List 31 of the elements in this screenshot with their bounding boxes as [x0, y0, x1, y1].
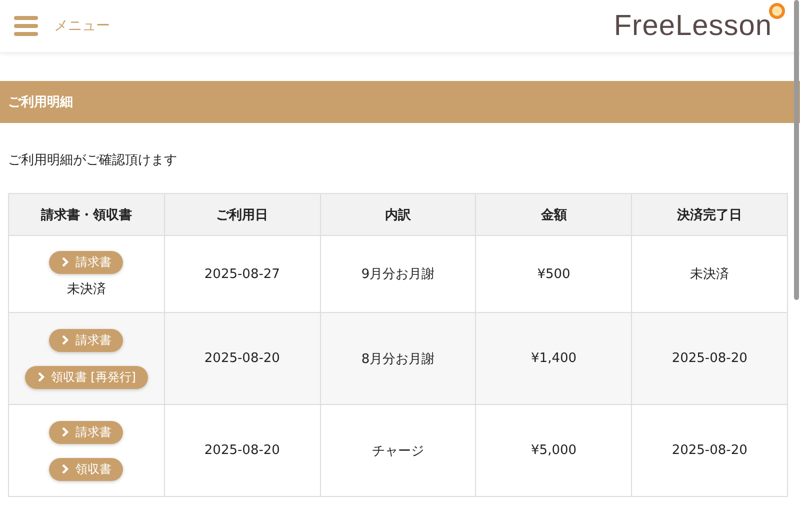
column-header: 内訳: [320, 194, 476, 236]
chevron-icon: [61, 257, 70, 267]
menu-button[interactable]: メニュー: [14, 16, 110, 36]
menu-icon: [14, 16, 38, 36]
section-title: ご利用明細: [8, 94, 73, 111]
section-description: ご利用明細がご確認頂けます: [8, 152, 178, 167]
column-header: 決済完了日: [632, 194, 788, 236]
logo-text: FreeLesson: [614, 10, 772, 42]
table-cell: ¥5,000: [476, 404, 632, 496]
document-button[interactable]: 請求書: [49, 328, 124, 352]
table-cell: 2025-08-20: [164, 312, 320, 404]
scrollbar[interactable]: [794, 0, 799, 300]
document-button[interactable]: 領収書: [49, 458, 124, 480]
table-cell: 8月分お月謝: [320, 312, 476, 404]
status-text: 未決済: [66, 280, 106, 298]
column-header: ご利用日: [164, 194, 320, 236]
table-cell: チャージ: [320, 404, 476, 496]
table-cell: 2025-08-20: [632, 404, 788, 496]
chevron-icon: [36, 372, 45, 382]
column-header: 請求書・領収書: [8, 194, 164, 236]
table-cell: ¥1,400: [476, 312, 632, 404]
document-button[interactable]: 請求書: [49, 420, 124, 444]
table-cell: 2025-08-20: [164, 404, 320, 496]
document-button[interactable]: 請求書: [49, 250, 124, 274]
chevron-icon: [61, 464, 70, 474]
circle-icon: [768, 2, 786, 20]
table-cell: 2025-08-20: [632, 312, 788, 404]
chevron-icon: [61, 335, 70, 345]
column-header: 金額: [476, 194, 632, 236]
document-button[interactable]: 領収書 [再発行]: [24, 366, 148, 388]
chevron-icon: [61, 427, 70, 437]
